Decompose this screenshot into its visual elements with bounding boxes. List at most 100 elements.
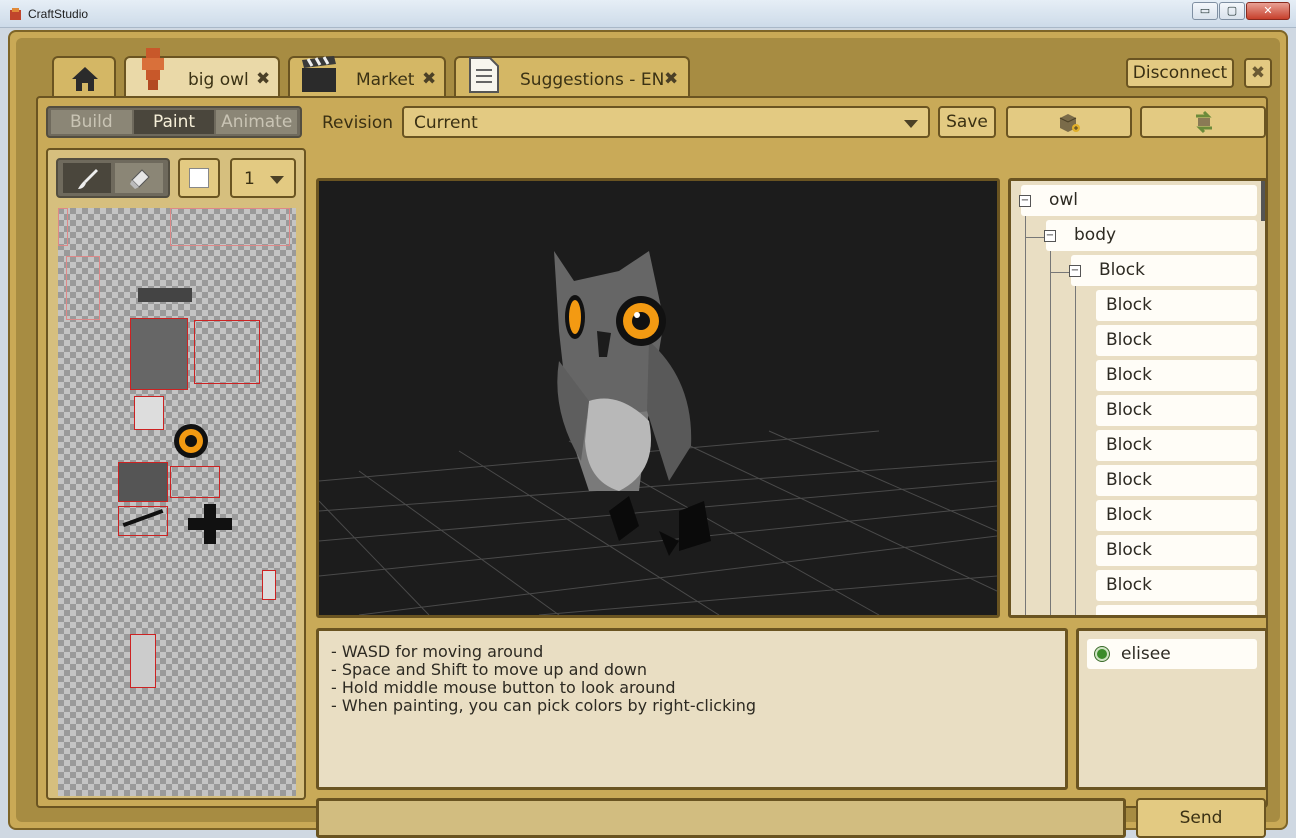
tab-market-close-icon[interactable]: ✖: [422, 69, 436, 89]
owl-model-render: [319, 251, 997, 615]
tree-node-label: Block: [1106, 505, 1152, 525]
tab-market-label: Market: [356, 70, 415, 90]
3d-viewport[interactable]: [316, 178, 1000, 618]
model-icon: [142, 48, 164, 90]
tree-node-body[interactable]: − body: [1044, 220, 1257, 251]
texture-patch: [204, 504, 216, 544]
tree-node-owl[interactable]: − owl: [1019, 185, 1257, 216]
tab-market[interactable]: Market ✖: [288, 56, 446, 98]
brush-size-value: 1: [244, 169, 255, 189]
tree-node-label: Block: [1106, 295, 1152, 315]
uv-rect: [134, 396, 164, 430]
uv-rect: [130, 318, 188, 390]
chat-line: - Space and Shift to move up and down: [331, 660, 648, 679]
texture-canvas[interactable]: [58, 208, 296, 796]
send-button[interactable]: Send: [1136, 798, 1266, 838]
chevron-down-icon: [270, 176, 284, 184]
tree-node-label: Block: [1106, 575, 1152, 595]
tree-node-block[interactable]: [1096, 605, 1257, 615]
tree-node-block[interactable]: Block: [1096, 535, 1257, 566]
tree-node-label: Block: [1106, 470, 1152, 490]
tab-home[interactable]: [52, 56, 116, 98]
uv-rect: [66, 256, 100, 320]
disconnect-button[interactable]: Disconnect: [1126, 58, 1234, 88]
tab-big-owl[interactable]: big owl ✖: [124, 48, 280, 98]
revision-select[interactable]: Current: [402, 106, 930, 138]
revision-value: Current: [414, 113, 478, 133]
tab-big-owl-close-icon[interactable]: ✖: [256, 69, 270, 89]
uv-rect: [170, 208, 290, 246]
tab-suggestions-close-icon[interactable]: ✖: [664, 69, 678, 89]
clapperboard-icon: [302, 56, 336, 92]
user-list: elisee: [1076, 628, 1268, 790]
minimize-button[interactable]: ▭: [1192, 2, 1218, 20]
tree-node-block[interactable]: Block: [1096, 570, 1257, 601]
revision-label: Revision: [322, 113, 394, 133]
current-color: [189, 168, 209, 188]
brush-icon: [78, 169, 98, 189]
tree-node-block[interactable]: Block: [1096, 395, 1257, 426]
brush-size-select[interactable]: 1: [230, 158, 296, 198]
mode-build-button[interactable]: Build: [51, 110, 132, 134]
tree-node-label: Block: [1106, 540, 1152, 560]
document-icon: [469, 57, 499, 93]
tree-node-label: Block: [1106, 330, 1152, 350]
sync-icon: [1196, 110, 1212, 134]
tree-node-block[interactable]: Block: [1096, 325, 1257, 356]
chat-line: - WASD for moving around: [331, 642, 544, 661]
close-project-button[interactable]: ✖: [1244, 58, 1272, 88]
model-tree: − owl − body − Block Block Block Block B…: [1008, 178, 1268, 618]
eraser-tool-button[interactable]: [115, 163, 163, 193]
tree-scrollbar[interactable]: [1261, 181, 1265, 221]
tree-line: [1025, 203, 1026, 615]
tree-node-block[interactable]: Block: [1096, 360, 1257, 391]
paint-color-swatch[interactable]: [178, 158, 220, 198]
tree-node-label: body: [1074, 225, 1117, 245]
collapse-icon[interactable]: −: [1019, 195, 1031, 207]
paint-tool-group: [56, 158, 170, 198]
tree-node-block[interactable]: − Block: [1069, 255, 1257, 286]
tab-suggestions-label: Suggestions - EN: [520, 70, 665, 90]
paint-panel: 1: [46, 148, 306, 800]
tree-node-block[interactable]: Block: [1096, 290, 1257, 321]
mode-paint-button[interactable]: Paint: [133, 110, 215, 134]
chat-input[interactable]: [316, 798, 1126, 838]
window-close-button[interactable]: ✕: [1246, 2, 1290, 20]
uv-rect: [130, 634, 156, 688]
eraser-icon: [130, 169, 150, 189]
chat-log: - WASD for moving around - Space and Shi…: [316, 628, 1068, 790]
tree-node-block[interactable]: Block: [1096, 465, 1257, 496]
tree-node-block[interactable]: Block: [1096, 430, 1257, 461]
mode-switcher: Build Paint Animate: [46, 106, 302, 138]
window-title: CraftStudio: [28, 7, 89, 21]
home-icon: [72, 67, 98, 91]
uv-rect: [194, 320, 260, 384]
chat-line: - Hold middle mouse button to look aroun…: [331, 678, 676, 697]
collapse-icon[interactable]: −: [1044, 230, 1056, 242]
add-block-button[interactable]: [1006, 106, 1132, 138]
chevron-down-icon: [904, 120, 918, 128]
maximize-button[interactable]: ▢: [1219, 2, 1245, 20]
uv-rect: [170, 466, 220, 498]
app-frame-inner: big owl ✖ Market ✖ Suggestions - EN ✖ Di…: [16, 38, 1280, 838]
tree-node-label: Block: [1099, 260, 1145, 280]
tab-suggestions[interactable]: Suggestions - EN ✖: [454, 56, 690, 98]
uv-rect: [262, 570, 276, 600]
tree-node-label: Block: [1106, 365, 1152, 385]
app-frame: big owl ✖ Market ✖ Suggestions - EN ✖ Di…: [8, 30, 1288, 838]
tree-node-label: Block: [1106, 400, 1152, 420]
user-item[interactable]: elisee: [1087, 639, 1257, 669]
sync-button[interactable]: [1140, 106, 1266, 138]
save-button[interactable]: Save: [938, 106, 996, 138]
uv-rect: [118, 462, 168, 502]
add-block-icon: [1059, 114, 1080, 132]
app-logo-icon: [10, 8, 21, 20]
mode-animate-button[interactable]: Animate: [216, 110, 298, 134]
tree-node-block[interactable]: Block: [1096, 500, 1257, 531]
collapse-icon[interactable]: −: [1069, 265, 1081, 277]
brush-tool-button[interactable]: [63, 163, 111, 193]
uv-rect: [58, 208, 68, 246]
chat-line: - When painting, you can pick colors by …: [331, 696, 757, 715]
window-titlebar: CraftStudio ▭ ▢ ✕: [0, 0, 1296, 28]
tree-line: [1050, 238, 1051, 615]
